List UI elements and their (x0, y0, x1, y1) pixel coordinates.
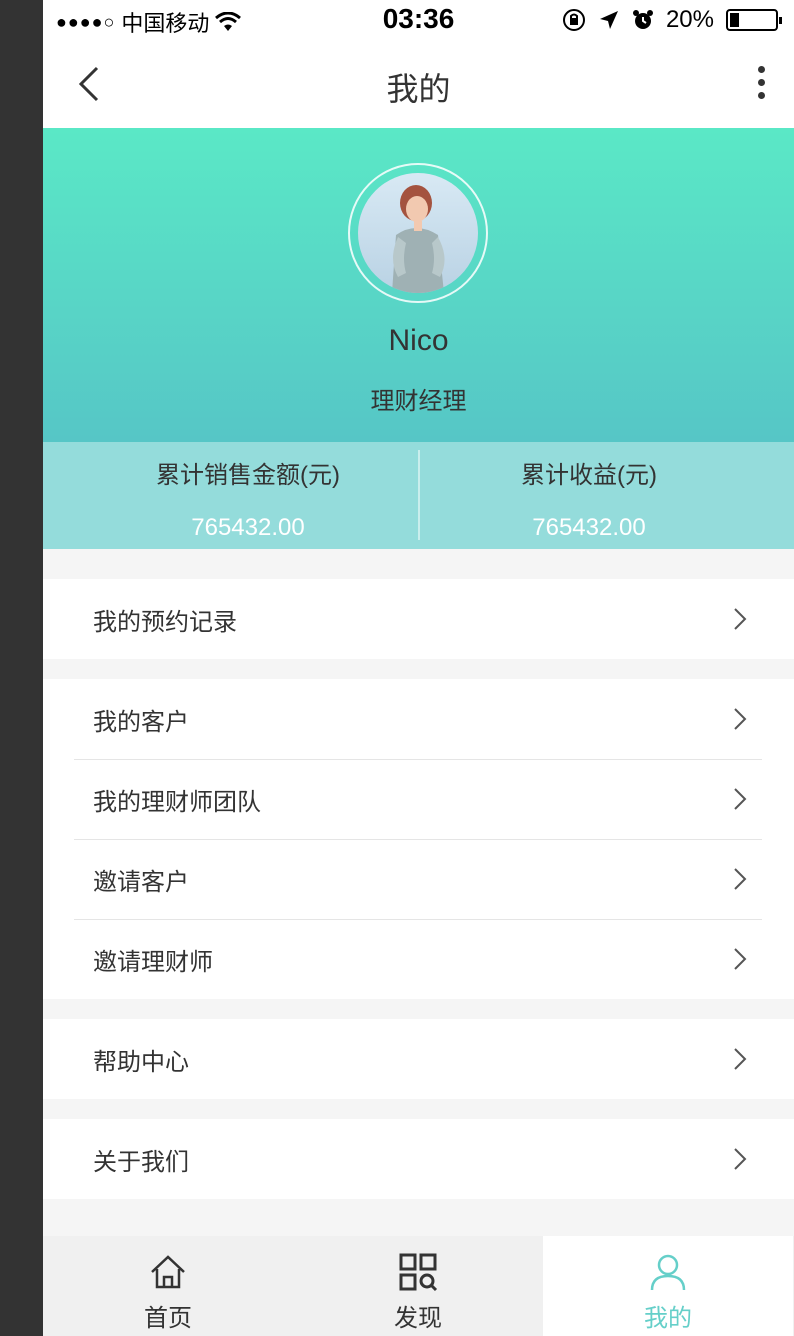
status-right: 20% (562, 6, 782, 34)
home-icon (151, 1255, 185, 1289)
menu-item-clients[interactable]: 我的客户 (43, 679, 794, 759)
menu-item-about[interactable]: 关于我们 (43, 1119, 794, 1199)
phone-screen: ●●●●○ 中国移动 03:36 20% 我的 Nico 理财经理 累计销售金额… (43, 0, 794, 1336)
menu-item-label: 邀请理财师 (93, 948, 213, 976)
income-value: 765432.00 (532, 514, 646, 541)
avatar-ring (348, 163, 488, 303)
sales-value: 765432.00 (191, 514, 305, 541)
chevron-right-icon (734, 608, 747, 630)
menu-group-clients: 我的客户 我的理财师团队 邀请客户 邀请理财师 (43, 679, 794, 999)
menu-item-help[interactable]: 帮助中心 (43, 1019, 794, 1099)
more-options-icon[interactable] (758, 66, 766, 102)
chevron-right-icon (734, 1048, 747, 1070)
menu-item-label: 邀请客户 (93, 868, 189, 896)
user-role: 理财经理 (370, 388, 467, 415)
user-name: Nico (388, 324, 449, 357)
stats-strip: 累计销售金额(元) 765432.00 累计收益(元) 765432.00 (43, 442, 794, 549)
status-bar: ●●●●○ 中国移动 03:36 20% (43, 0, 794, 40)
location-icon (599, 11, 618, 29)
menu-item-invite-clients[interactable]: 邀请客户 (43, 839, 794, 919)
menu-item-label: 帮助中心 (93, 1048, 189, 1076)
income-stat: 累计收益(元) 765432.00 (424, 462, 754, 542)
income-label: 累计收益(元) (521, 462, 657, 489)
menu-item-label: 我的理财师团队 (93, 788, 261, 816)
user-icon (650, 1254, 686, 1291)
discover-grid-icon (399, 1253, 438, 1292)
menu-group-help: 帮助中心 (43, 1019, 794, 1099)
avatar-photo (392, 185, 445, 293)
menu-item-appointments[interactable]: 我的预约记录 (43, 579, 794, 659)
chevron-right-icon (734, 708, 747, 730)
tab-label: 我的 (644, 1305, 692, 1332)
menu-group-about: 关于我们 (43, 1119, 794, 1199)
menu-item-label: 我的客户 (93, 708, 189, 736)
battery-percent: 20% (665, 6, 714, 33)
tab-bar: 首页 发现 我的 (43, 1236, 794, 1336)
chevron-right-icon (734, 1148, 747, 1170)
menu-item-label: 关于我们 (93, 1148, 189, 1176)
tab-home[interactable]: 首页 (43, 1236, 293, 1336)
tab-label: 首页 (144, 1305, 192, 1332)
menu-item-invite-planners[interactable]: 邀请理财师 (43, 919, 794, 999)
menu-group-appointments: 我的预约记录 (43, 579, 794, 659)
navigation-bar: 我的 (43, 40, 794, 128)
alarm-icon (632, 10, 653, 29)
chevron-right-icon (734, 788, 747, 810)
stats-divider (418, 450, 420, 540)
menu-item-label: 我的预约记录 (93, 608, 237, 636)
battery-icon (726, 9, 782, 31)
page-title: 我的 (386, 71, 451, 107)
tab-label: 发现 (394, 1305, 442, 1332)
avatar[interactable] (358, 173, 478, 293)
profile-header: Nico 理财经理 (43, 128, 794, 442)
chevron-right-icon (734, 948, 747, 970)
rotation-lock-icon (562, 9, 585, 31)
tab-discover[interactable]: 发现 (293, 1236, 543, 1336)
chevron-right-icon (734, 868, 747, 890)
tab-mine[interactable]: 我的 (543, 1236, 793, 1336)
sales-label: 累计销售金额(元) (156, 462, 340, 489)
menu-item-team[interactable]: 我的理财师团队 (43, 759, 794, 839)
sales-stat: 累计销售金额(元) 765432.00 (83, 462, 413, 542)
